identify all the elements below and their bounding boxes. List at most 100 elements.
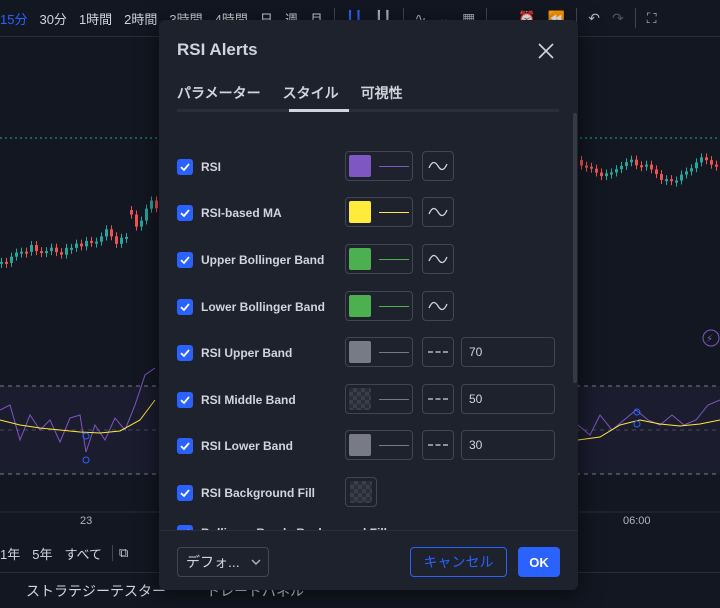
ok-button[interactable]: OK [518, 547, 560, 577]
candle-body [670, 179, 673, 182]
color-picker-button[interactable] [345, 337, 413, 367]
checkbox[interactable] [177, 252, 193, 268]
plot-style-button[interactable] [422, 151, 454, 181]
line-style-button[interactable] [422, 337, 454, 367]
candle-body [40, 251, 43, 254]
candle-body [75, 243, 78, 248]
setting-row: RSI [177, 151, 221, 183]
candle-body [645, 164, 648, 167]
candle-body [150, 200, 153, 209]
range-5y[interactable]: 5年 [26, 544, 58, 563]
timeframe-15m[interactable]: 15分 [0, 9, 33, 28]
tab-visibility[interactable]: 可視性 [361, 83, 403, 111]
x-axis-label: 06:00 [623, 515, 651, 527]
setting-label: Upper Bollinger Band [201, 253, 325, 267]
plot-style-button[interactable] [422, 197, 454, 227]
wave-icon [428, 207, 448, 217]
dialog-title: RSI Alerts [177, 40, 258, 59]
candle-body [660, 174, 663, 180]
candle-body [680, 174, 683, 181]
candle-body [135, 214, 138, 227]
candle-body [155, 200, 158, 209]
candle-body [605, 173, 608, 177]
plot-style-button[interactable] [422, 291, 454, 321]
setting-label: RSI Background Fill [201, 486, 316, 500]
tab-strategy-tester[interactable]: ストラテジーテスター [0, 581, 180, 601]
candle-body [120, 237, 123, 244]
range-all[interactable]: すべて [58, 544, 108, 563]
fullscreen-icon[interactable]: ⛶ [641, 10, 663, 27]
setting-row: RSI-based MA [177, 197, 282, 229]
close-icon[interactable] [533, 38, 559, 64]
setting-label: RSI Middle Band [201, 393, 296, 407]
line-preview [379, 351, 409, 353]
setting-row: RSI Lower Band [177, 430, 293, 462]
redo-icon[interactable]: ↷ [606, 10, 630, 27]
chevron-down-icon [251, 559, 261, 565]
candle-body [705, 157, 708, 161]
candle-body [685, 171, 688, 175]
candle-body [140, 220, 143, 227]
candle-body [145, 208, 148, 221]
dashed-line-icon [428, 444, 448, 446]
candle-body [635, 159, 638, 166]
plot-style-button[interactable] [422, 244, 454, 274]
dialog-footer: デフォ... キャンセル OK [159, 530, 578, 591]
tab-parameters[interactable]: パラメーター [177, 83, 261, 111]
timeframe-30m[interactable]: 30分 [33, 9, 72, 28]
checkbox[interactable] [177, 345, 193, 361]
line-preview [379, 211, 409, 213]
cancel-button[interactable]: キャンセル [410, 547, 507, 577]
checkbox[interactable] [177, 205, 193, 221]
candle-body [95, 241, 98, 244]
checkmark-icon [180, 209, 190, 218]
range-1y[interactable]: 1年 [0, 544, 26, 563]
color-picker-button[interactable] [345, 197, 413, 227]
checkmark-icon [180, 256, 190, 265]
color-swatch [349, 388, 371, 410]
candle-body [585, 165, 588, 168]
checkmark-icon [180, 442, 190, 451]
candle-body [30, 245, 33, 252]
candle-body [580, 160, 583, 166]
checkbox[interactable] [177, 392, 193, 408]
line-style-button[interactable] [422, 430, 454, 460]
undo-icon[interactable]: ↶ [582, 10, 606, 27]
color-picker-button[interactable] [345, 244, 413, 274]
candle-body [85, 240, 88, 247]
candle-body [600, 172, 603, 177]
candle-body [110, 229, 113, 237]
band-value-input[interactable]: 50 [461, 384, 555, 414]
line-style-button[interactable] [422, 384, 454, 414]
checkbox[interactable] [177, 485, 193, 501]
date-range-icon[interactable]: ⧉ [112, 545, 134, 561]
candle-body [690, 168, 693, 172]
color-picker-button[interactable] [345, 151, 413, 181]
color-picker-button[interactable] [345, 477, 377, 507]
defaults-dropdown[interactable]: デフォ... [177, 547, 269, 577]
toolbar-divider [634, 8, 636, 28]
checkbox[interactable] [177, 159, 193, 175]
color-picker-button[interactable] [345, 430, 413, 460]
setting-label: Lower Bollinger Band [201, 300, 326, 314]
setting-label: RSI Lower Band [201, 439, 294, 453]
candle-body [80, 243, 83, 247]
timeframe-1h[interactable]: 1時間 [73, 9, 118, 28]
dashed-line-icon [428, 351, 448, 353]
candle-body [55, 247, 58, 253]
candle-body [675, 180, 678, 183]
band-value-input[interactable]: 70 [461, 337, 555, 367]
candle-body [25, 251, 28, 254]
color-picker-button[interactable] [345, 291, 413, 321]
candle-body [65, 247, 68, 255]
band-value-input[interactable]: 30 [461, 430, 555, 460]
checkbox[interactable] [177, 299, 193, 315]
checkmark-icon [180, 163, 190, 172]
color-swatch [349, 295, 371, 317]
checkbox[interactable] [177, 438, 193, 454]
candle-body [655, 169, 658, 175]
color-picker-button[interactable] [345, 384, 413, 414]
timeframe-2h[interactable]: 2時間 [118, 9, 163, 28]
line-preview [379, 444, 409, 446]
tab-style[interactable]: スタイル [283, 83, 339, 111]
